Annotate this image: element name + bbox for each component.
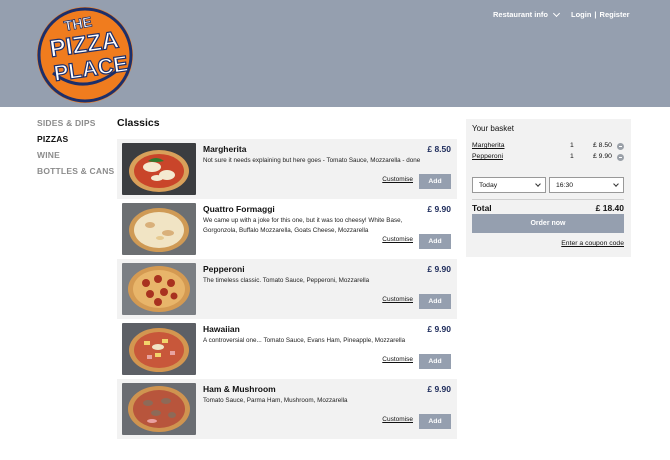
time-select-value: 16:30 xyxy=(556,181,574,189)
customise-link[interactable]: Customise xyxy=(382,416,413,423)
product-price: £ 9.90 xyxy=(427,204,451,214)
basket-total: Total £ 18.40 xyxy=(472,199,624,213)
remove-icon[interactable] xyxy=(617,154,624,161)
product-description: The timeless classic. Tomato Sauce, Pepp… xyxy=(203,277,370,284)
product-description: We came up with a joke for this one, but… xyxy=(203,217,403,234)
product-price: £ 9.90 xyxy=(427,324,451,334)
basket-item-price: £ 9.90 xyxy=(593,153,612,160)
add-button[interactable]: Add xyxy=(419,354,451,369)
pizza-image-quattro-formaggi xyxy=(122,203,196,255)
coupon-link[interactable]: Enter a coupon code xyxy=(561,240,624,247)
pizza-image-hawaiian xyxy=(122,323,196,375)
product-name: Margherita xyxy=(203,144,247,154)
site-header: THE PIZZA PLACE Restaurant info Login | … xyxy=(0,0,670,107)
product-card: Hawaiian £ 9.90 A controversial one... T… xyxy=(117,319,457,379)
basket-item-price: £ 8.50 xyxy=(593,142,612,149)
pizza-image-ham-mushroom xyxy=(122,383,196,435)
product-name: Ham & Mushroom xyxy=(203,384,276,394)
add-button[interactable]: Add xyxy=(419,174,451,189)
restaurant-info-label: Restaurant info xyxy=(493,10,549,19)
product-card: Ham & Mushroom £ 9.90 Tomato Sauce, Parm… xyxy=(117,379,457,439)
category-sides-dips[interactable]: SIDES & DIPS xyxy=(37,118,114,134)
chevron-down-icon xyxy=(535,181,541,187)
basket-item-qty: 1 xyxy=(570,142,574,149)
product-name: Hawaiian xyxy=(203,324,240,334)
time-select[interactable]: 16:30 xyxy=(549,177,624,193)
chevron-down-icon xyxy=(552,9,561,17)
product-price: £ 9.90 xyxy=(427,264,451,274)
product-card: Pepperoni £ 9.90 The timeless classic. T… xyxy=(117,259,457,319)
register-link[interactable]: Register xyxy=(600,10,630,19)
basket-item-qty: 1 xyxy=(570,153,574,160)
customise-link[interactable]: Customise xyxy=(382,356,413,363)
add-button[interactable]: Add xyxy=(419,414,451,429)
product-card: Quattro Formaggi £ 9.90 We came up with … xyxy=(117,199,457,259)
category-wine[interactable]: WINE xyxy=(37,150,114,166)
restaurant-info-menu[interactable]: Restaurant info xyxy=(493,9,561,19)
category-pizzas[interactable]: PIZZAS xyxy=(37,134,114,150)
customise-link[interactable]: Customise xyxy=(382,176,413,183)
category-bottles-cans[interactable]: BOTTLES & CANS xyxy=(37,166,114,182)
customise-link[interactable]: Customise xyxy=(382,296,413,303)
total-value: £ 18.40 xyxy=(595,203,624,213)
pizza-image-margherita xyxy=(122,143,196,195)
product-description: Tomato Sauce, Parma Ham, Mushroom, Mozza… xyxy=(203,397,348,404)
day-select[interactable]: Today xyxy=(472,177,546,193)
remove-icon[interactable] xyxy=(617,143,624,150)
basket-panel: Your basket Margherita 1 £ 8.50 Pepperon… xyxy=(466,119,631,257)
basket-item-name[interactable]: Pepperoni xyxy=(472,153,503,160)
nav-separator: | xyxy=(594,10,597,19)
product-card: Margherita £ 8.50 Not sure it needs expl… xyxy=(117,139,457,199)
total-label: Total xyxy=(472,203,492,213)
login-link[interactable]: Login xyxy=(571,10,591,19)
product-name: Pepperoni xyxy=(203,264,245,274)
product-price: £ 8.50 xyxy=(427,144,451,154)
add-button[interactable]: Add xyxy=(419,294,451,309)
basket-item-name[interactable]: Margherita xyxy=(472,142,505,149)
product-name: Quattro Formaggi xyxy=(203,204,275,214)
section-title: Classics xyxy=(117,117,160,129)
product-description: Not sure it needs explaining but here go… xyxy=(203,157,421,164)
pizza-image-pepperoni xyxy=(122,263,196,315)
product-description: A controversial one... Tomato Sauce, Eva… xyxy=(203,337,406,344)
basket-title: Your basket xyxy=(472,124,514,133)
product-price: £ 9.90 xyxy=(427,384,451,394)
pizza-place-logo[interactable]: THE PIZZA PLACE xyxy=(35,5,135,105)
add-button[interactable]: Add xyxy=(419,234,451,249)
product-list: Margherita £ 8.50 Not sure it needs expl… xyxy=(117,139,457,439)
customise-link[interactable]: Customise xyxy=(382,236,413,243)
chevron-down-icon xyxy=(613,181,619,187)
order-now-button[interactable]: Order now xyxy=(472,214,624,233)
account-links: Login | Register xyxy=(571,10,630,19)
day-select-value: Today xyxy=(479,181,498,189)
category-nav: SIDES & DIPS PIZZAS WINE BOTTLES & CANS xyxy=(37,118,114,182)
